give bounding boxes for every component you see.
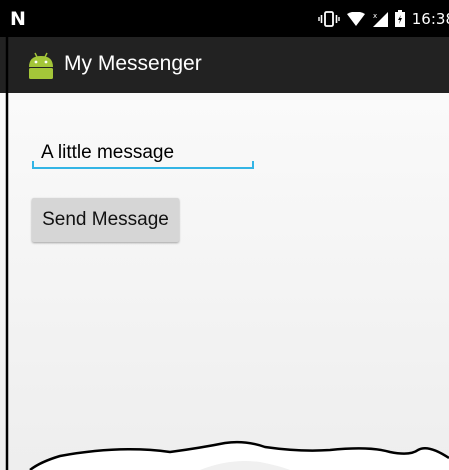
main-content: Send Message — [0, 93, 449, 470]
carrier-logo: N — [10, 8, 26, 30]
wifi-icon — [346, 9, 365, 29]
vibrate-icon — [318, 9, 340, 29]
send-message-button[interactable]: Send Message — [32, 198, 179, 242]
app-title: My Messenger — [64, 52, 202, 75]
status-time: 16:38 — [411, 9, 449, 28]
svg-text:x: x — [373, 12, 377, 20]
status-icons: x 16:38 — [318, 0, 449, 37]
action-bar: My Messenger — [0, 37, 449, 93]
phone-screen: N x 16:3 My Messenger A little message S… — [0, 0, 449, 470]
status-bar: N x 16:3 — [0, 0, 449, 37]
battery-icon — [394, 9, 405, 29]
input-underline — [32, 167, 254, 169]
cellular-signal-icon: x — [372, 9, 388, 29]
android-app-icon — [29, 52, 53, 79]
input-underline-right-tick — [252, 161, 254, 167]
message-input[interactable] — [32, 137, 254, 169]
input-underline-left-tick — [32, 161, 34, 167]
